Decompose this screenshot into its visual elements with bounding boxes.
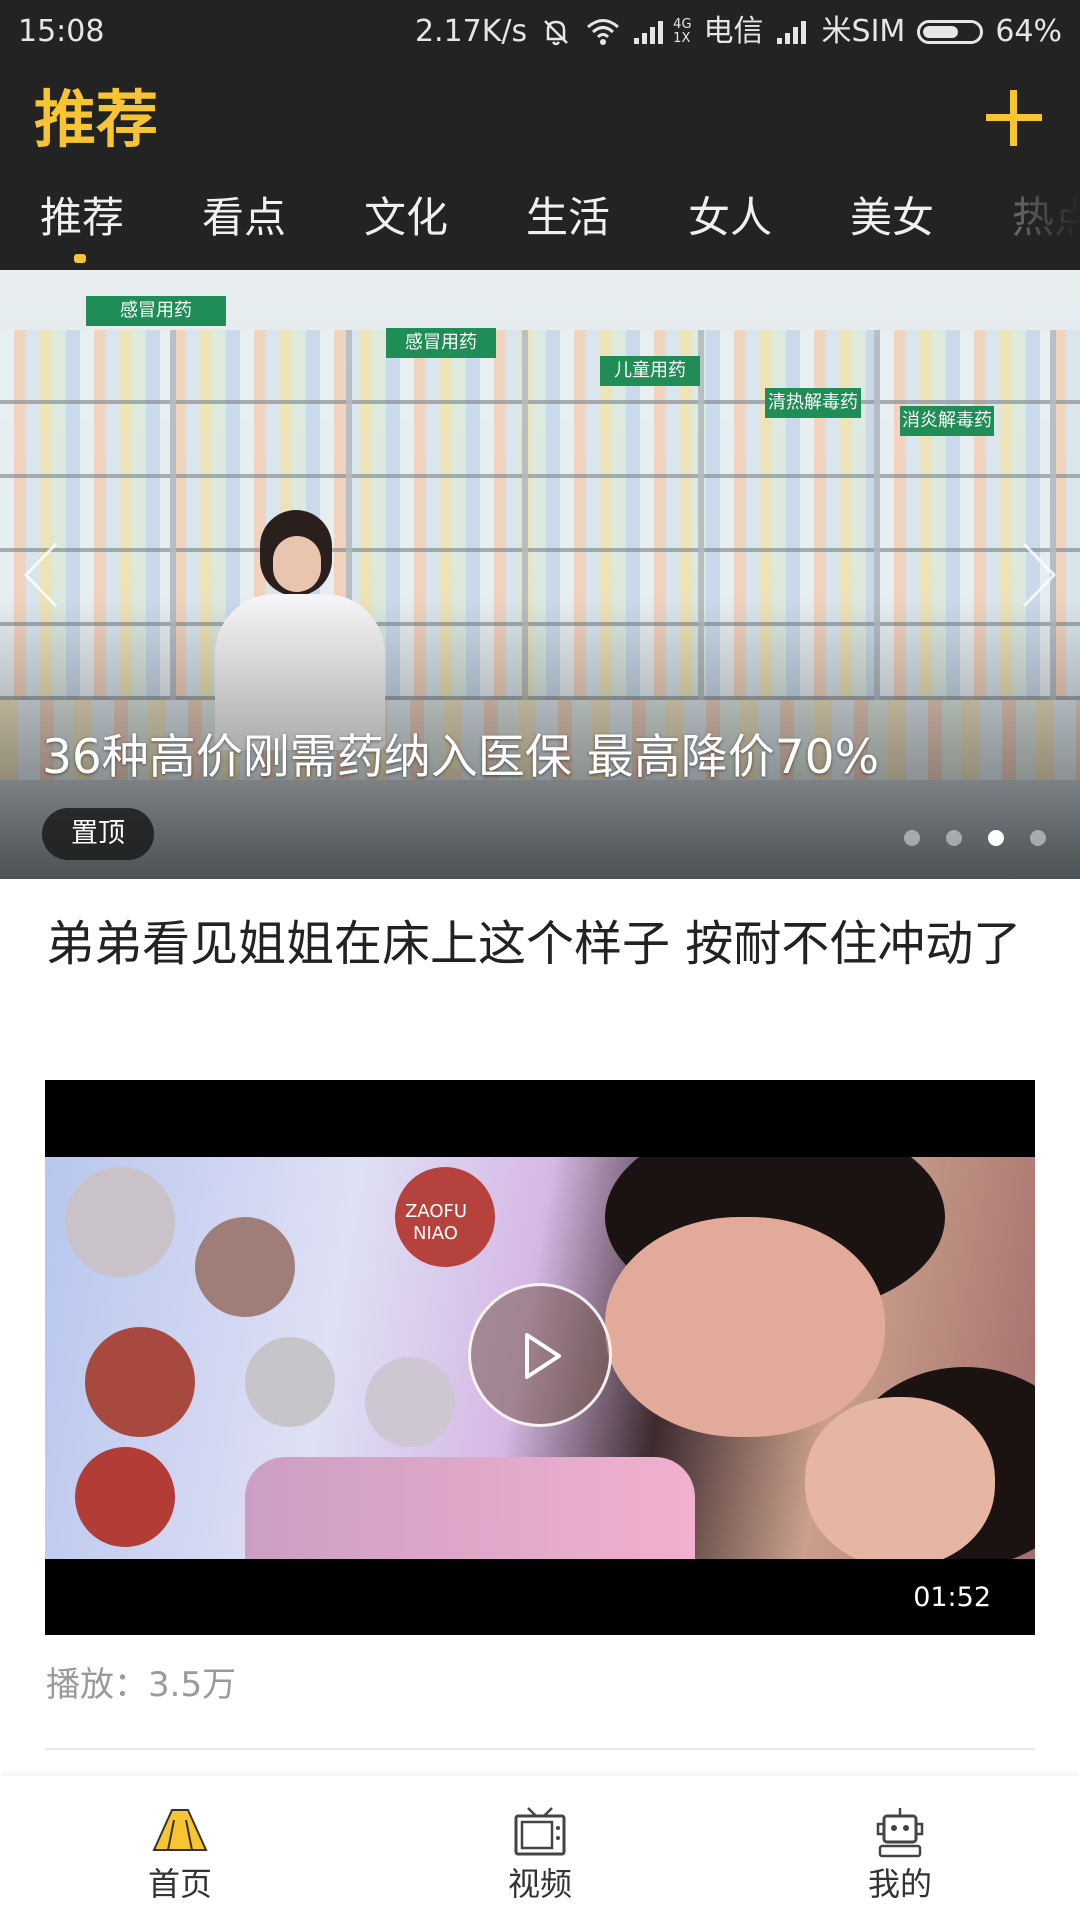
tab-culture[interactable]: 文化 [364,192,448,244]
category-tabs: 推荐 看点 文化 生活 女人 美女 热点 [0,174,1080,270]
page-title: 推荐 [34,83,159,156]
video-player[interactable]: ZAOFU NIAO 01:52 [45,1080,1035,1635]
carousel-dot-active[interactable] [988,830,1004,846]
battery-level [923,26,959,38]
carousel-dots [904,830,1046,846]
prev-slide-arrow[interactable] [20,540,60,610]
tab-beauty[interactable]: 美女 [850,192,934,244]
active-tab-indicator [74,254,86,263]
play-count: 播放：3.5万 [46,1665,237,1705]
divider [45,1748,1035,1750]
signal-icon [633,18,667,46]
bottom-nav: 首页 视频 我的 [0,1776,1080,1920]
mute-bell-icon [539,15,573,49]
nav-home[interactable]: 首页 [80,1776,280,1920]
nav-video[interactable]: 视频 [440,1776,640,1920]
carrier-2: 米SIM [821,14,906,49]
app-header: 推荐 [0,64,1080,174]
next-slide-arrow[interactable] [1020,540,1060,610]
battery-percent: 64% [995,14,1062,49]
nav-profile[interactable]: 我的 [800,1776,1000,1920]
battery-icon [917,20,984,44]
carousel-dot[interactable] [1030,830,1046,846]
shelf-sign: 消炎解毒药 [900,406,994,436]
tab-life[interactable]: 生活 [526,192,610,244]
shelf-sign: 儿童用药 [600,356,700,386]
network-type-bottom: 1X [673,31,691,46]
status-bar: 15:08 2.17K/s 4G 1X 电信 米SIM 64% [0,0,1080,64]
play-icon [525,1333,561,1379]
tv-icon [514,1807,566,1856]
net-speed: 2.17K/s [414,14,528,49]
home-icon [152,1809,208,1851]
tab-women[interactable]: 女人 [688,192,772,244]
pinned-badge: 置顶 [42,808,154,860]
pillow-print: NIAO [413,1223,458,1244]
video-duration: 01:52 [913,1582,991,1613]
nav-profile-label: 我的 [867,1865,932,1903]
network-type-top: 4G [673,17,692,32]
shelf-sign: 感冒用药 [86,296,226,326]
network-type: 4G 1X [673,18,691,46]
article-title[interactable]: 弟弟看见姐姐在床上这个样子 按耐不住冲动了 [46,908,1046,980]
tab-fade [1000,174,1080,270]
tab-highlights[interactable]: 看点 [202,192,286,244]
tab-recommend[interactable]: 推荐 [40,192,124,244]
shelf-sign: 清热解毒药 [765,388,861,418]
carousel-dot[interactable] [904,830,920,846]
pillow-print: ZAOFU [405,1201,468,1222]
play-button[interactable] [468,1283,612,1427]
wifi-icon [585,17,621,47]
carousel-dot[interactable] [946,830,962,846]
status-time: 15:08 [18,14,105,49]
carrier-1: 电信 [703,14,764,49]
add-channel-button[interactable] [982,86,1046,150]
signal-icon-2 [776,18,810,46]
nav-home-label: 首页 [147,1865,212,1903]
status-indicators: 2.17K/s 4G 1X 电信 米SIM 64% [415,12,1062,52]
robot-profile-icon [876,1808,924,1858]
banner-headline[interactable]: 36种高价刚需药纳入医保 最高降价70% [42,728,879,788]
nav-video-label: 视频 [507,1865,572,1903]
shelf-sign: 感冒用药 [386,328,496,358]
banner-carousel[interactable]: 感冒用药 感冒用药 儿童用药 清热解毒药 消炎解毒药 36种高价刚需药纳入医保 … [0,270,1080,879]
